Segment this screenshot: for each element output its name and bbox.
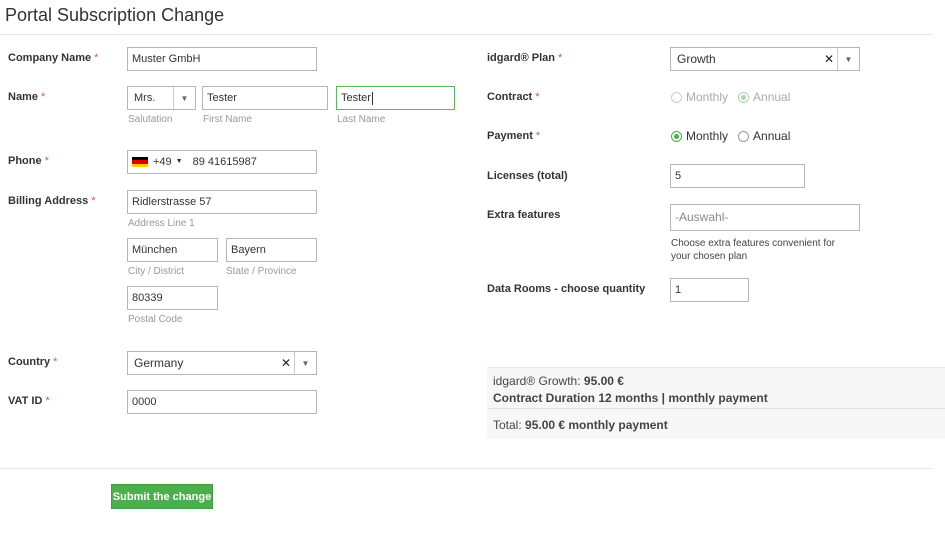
- salutation-value: Mrs.: [134, 92, 156, 104]
- country-select[interactable]: Germany ✕ ▼: [127, 351, 317, 375]
- billing-address-label: Billing Address *: [8, 195, 96, 207]
- extra-features-select[interactable]: -Auswahl-: [670, 204, 860, 231]
- payment-monthly-label: Monthly: [686, 129, 729, 143]
- city-input[interactable]: München: [127, 238, 218, 262]
- licenses-label: Licenses (total): [487, 170, 568, 182]
- contract-radio-group: Monthly Annual: [671, 90, 800, 104]
- phone-input[interactable]: +49 ▼ 89 41615987: [127, 150, 317, 174]
- footer-divider: [0, 468, 932, 469]
- payment-annual-label: Annual: [753, 129, 791, 143]
- state-hint: State / Province: [226, 266, 297, 277]
- company-name-input[interactable]: Muster GmbH: [127, 47, 317, 71]
- contract-annual-radio[interactable]: [738, 91, 750, 103]
- licenses-input[interactable]: 5: [670, 164, 805, 188]
- vat-id-input[interactable]: 0000: [127, 390, 317, 414]
- salutation-select[interactable]: Mrs. ▼: [127, 86, 196, 110]
- payment-annual-radio[interactable]: [738, 130, 750, 142]
- contract-label: Contract *: [487, 91, 540, 103]
- summary-divider: [487, 408, 945, 409]
- data-rooms-label: Data Rooms - choose quantity: [487, 283, 646, 295]
- city-hint: City / District: [128, 266, 185, 277]
- last-name-input[interactable]: Tester: [336, 86, 455, 110]
- plan-label: idgard® Plan *: [487, 52, 563, 64]
- payment-radio-group: Monthly Annual: [671, 129, 800, 143]
- postal-code-hint: Postal Code: [128, 314, 183, 325]
- address-line1-input[interactable]: Ridlerstrasse 57: [127, 190, 317, 214]
- submit-button[interactable]: Submit the change: [111, 484, 213, 509]
- address-line1-hint: Address Line 1: [128, 218, 195, 229]
- contract-monthly-radio[interactable]: [671, 91, 682, 103]
- text-caret: [371, 91, 373, 105]
- country-value: Germany: [134, 356, 184, 370]
- extra-features-help: Choose extra features convenient for you…: [671, 238, 835, 262]
- payment-monthly-radio[interactable]: [671, 130, 682, 142]
- chevron-down-icon[interactable]: ▼: [294, 352, 316, 374]
- summary-plan: idgard® Growth: 95.00 €: [493, 374, 624, 388]
- payment-label: Payment *: [487, 130, 541, 142]
- phone-number: 89 41615987: [192, 156, 257, 168]
- name-label: Name *: [8, 91, 46, 103]
- country-code: +49: [153, 156, 172, 168]
- plan-select[interactable]: Growth ✕ ▼: [670, 47, 860, 71]
- vat-id-label: VAT ID *: [8, 395, 50, 407]
- contract-monthly-label: Monthly: [686, 90, 729, 104]
- contract-annual-label: Annual: [753, 90, 791, 104]
- company-name-label: Company Name *: [8, 52, 99, 64]
- first-name-hint: First Name: [203, 114, 252, 125]
- chevron-down-icon[interactable]: ▼: [837, 48, 859, 70]
- extra-features-label: Extra features: [487, 209, 561, 221]
- country-label: Country *: [8, 356, 58, 368]
- last-name-value: Tester: [341, 92, 371, 104]
- state-input[interactable]: Bayern: [226, 238, 317, 262]
- caret-down-icon: ▼: [175, 158, 183, 165]
- title-divider: [0, 34, 932, 35]
- german-flag-icon: [132, 156, 148, 168]
- salutation-hint: Salutation: [128, 114, 173, 125]
- plan-value: Growth: [677, 52, 716, 66]
- page-title: Portal Subscription Change: [5, 5, 225, 25]
- data-rooms-input[interactable]: 1: [670, 278, 749, 302]
- last-name-hint: Last Name: [337, 114, 386, 125]
- country-code-dropdown[interactable]: +49 ▼: [132, 151, 193, 173]
- phone-label: Phone *: [8, 155, 49, 167]
- postal-code-input[interactable]: 80339: [127, 286, 218, 310]
- order-summary: idgard® Growth: 95.00 € Contract Duratio…: [487, 367, 945, 439]
- clear-icon[interactable]: ✕: [821, 52, 837, 66]
- summary-total: Total: 95.00 € monthly payment: [493, 418, 668, 432]
- summary-duration: Contract Duration 12 months | monthly pa…: [493, 391, 768, 405]
- first-name-input[interactable]: Tester: [202, 86, 328, 110]
- clear-icon[interactable]: ✕: [278, 356, 294, 370]
- chevron-down-icon[interactable]: ▼: [173, 87, 195, 109]
